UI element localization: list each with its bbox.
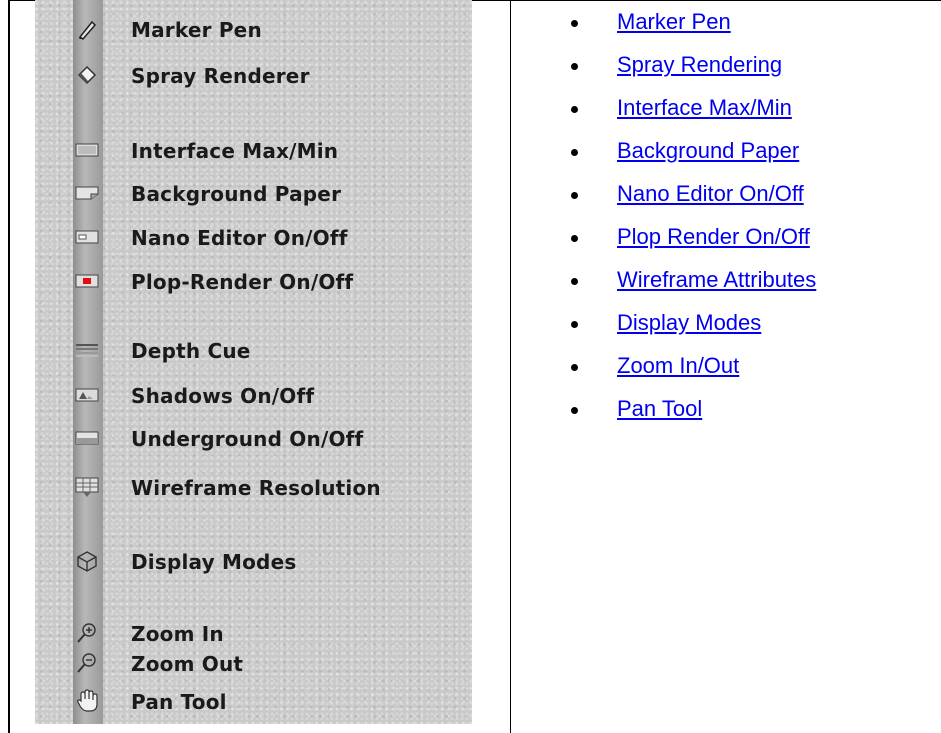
- tool-row-interface-max-min: Interface Max/Min: [35, 135, 472, 165]
- tool-label: Depth Cue: [131, 339, 251, 363]
- tool-row-marker-pen: Marker Pen: [35, 14, 472, 44]
- tool-row-wireframe-resolution: Wireframe Resolution: [35, 472, 472, 502]
- tool-row-display-modes: Display Modes: [35, 546, 472, 576]
- link-wireframe-attributes[interactable]: Wireframe Attributes: [617, 267, 816, 293]
- tool-row-zoom-out: Zoom Out: [35, 648, 472, 678]
- tool-label: Zoom In: [131, 622, 224, 646]
- tool-label: Spray Renderer: [131, 64, 310, 88]
- underground-icon: [75, 427, 99, 449]
- zoom-out-icon: [75, 652, 99, 674]
- bullet-icon: [571, 364, 578, 371]
- display-modes-icon: [75, 550, 99, 572]
- tool-label: Pan Tool: [131, 690, 227, 714]
- link-background-paper[interactable]: Background Paper: [617, 138, 799, 164]
- tool-row-plop-render: Plop-Render On/Off: [35, 266, 472, 296]
- tool-row-spray-renderer: Spray Renderer: [35, 60, 472, 90]
- tool-label: Nano Editor On/Off: [131, 226, 348, 250]
- link-nano-editor[interactable]: Nano Editor On/Off: [617, 181, 804, 207]
- tool-label: Shadows On/Off: [131, 384, 315, 408]
- link-marker-pen[interactable]: Marker Pen: [617, 9, 731, 35]
- bullet-icon: [571, 278, 578, 285]
- tool-label: Plop-Render On/Off: [131, 270, 354, 294]
- zoom-in-icon: [75, 622, 99, 644]
- tool-row-underground: Underground On/Off: [35, 423, 472, 453]
- bullet-icon: [571, 192, 578, 199]
- plop-render-icon: [75, 270, 99, 292]
- tool-label: Display Modes: [131, 550, 297, 574]
- tool-label: Background Paper: [131, 182, 342, 206]
- bullet-icon: [571, 407, 578, 414]
- link-pan-tool[interactable]: Pan Tool: [617, 396, 702, 422]
- tool-row-nano-editor: Nano Editor On/Off: [35, 222, 472, 252]
- tool-row-zoom-in: Zoom In: [35, 618, 472, 648]
- bullet-icon: [571, 149, 578, 156]
- bullet-icon: [571, 321, 578, 328]
- spray-renderer-icon: [75, 64, 99, 86]
- tool-label: Marker Pen: [131, 18, 262, 42]
- bullet-icon: [571, 235, 578, 242]
- link-plop-render[interactable]: Plop Render On/Off: [617, 224, 810, 250]
- wireframe-resolution-icon: [75, 476, 99, 498]
- pan-tool-icon: [75, 689, 99, 712]
- content-table: Marker Pen Spray Renderer Interface Max/…: [8, 0, 941, 733]
- bullet-icon: [571, 106, 578, 113]
- bullet-icon: [571, 20, 578, 27]
- tool-label: Interface Max/Min: [131, 139, 339, 163]
- toolbar-image-panel: Marker Pen Spray Renderer Interface Max/…: [35, 0, 472, 724]
- table-column-divider: [510, 0, 511, 733]
- tool-label: Underground On/Off: [131, 427, 364, 451]
- tool-label: Wireframe Resolution: [131, 476, 381, 500]
- tool-row-background-paper: Background Paper: [35, 178, 472, 208]
- link-display-modes[interactable]: Display Modes: [617, 310, 761, 336]
- link-interface-max-min[interactable]: Interface Max/Min: [617, 95, 792, 121]
- depth-cue-icon: [75, 339, 99, 361]
- nano-editor-icon: [75, 226, 99, 248]
- bullet-icon: [571, 63, 578, 70]
- tool-row-shadows: Shadows On/Off: [35, 380, 472, 410]
- tool-row-pan-tool: Pan Tool: [35, 686, 472, 716]
- shadows-icon: [75, 384, 99, 406]
- tool-row-depth-cue: Depth Cue: [35, 335, 472, 365]
- table-left-border: [8, 0, 10, 733]
- background-paper-icon: [75, 182, 99, 204]
- interface-max-min-icon: [75, 139, 99, 161]
- link-zoom-in-out[interactable]: Zoom In/Out: [617, 353, 739, 379]
- marker-pen-icon: [75, 18, 99, 40]
- tool-label: Zoom Out: [131, 652, 244, 676]
- link-spray-rendering[interactable]: Spray Rendering: [617, 52, 782, 78]
